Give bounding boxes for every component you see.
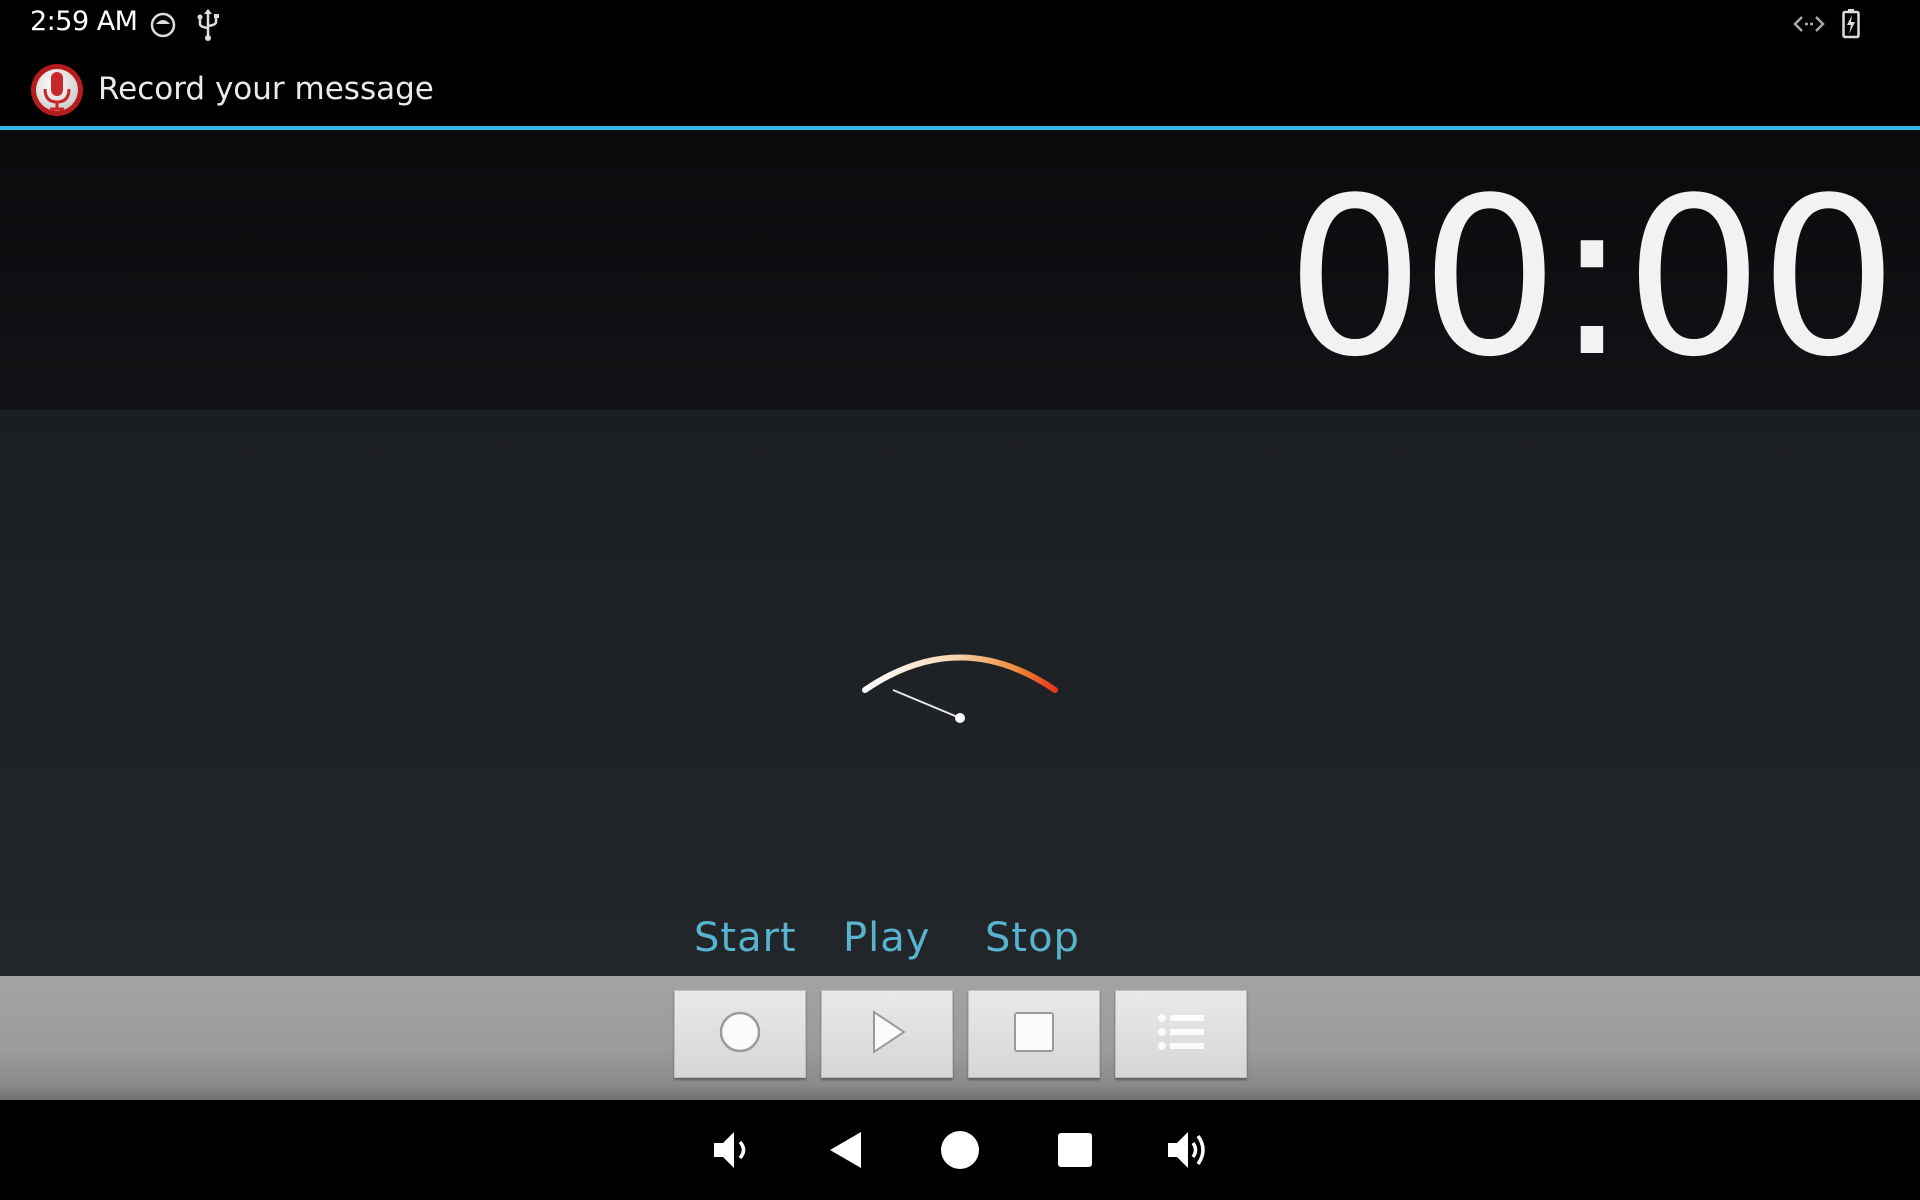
- play-label: Play: [843, 915, 931, 961]
- record-button[interactable]: [674, 990, 806, 1078]
- battery-charging-icon: [1842, 9, 1860, 43]
- app-title: Record your message: [98, 71, 434, 107]
- record-icon: [717, 1009, 763, 1059]
- navigation-bar: [0, 1100, 1920, 1200]
- status-bar: 2:59 AM: [0, 0, 1920, 49]
- recents-icon[interactable]: [1055, 1128, 1095, 1176]
- usb-icon: [195, 8, 221, 46]
- stop-button[interactable]: [968, 990, 1100, 1078]
- home-icon[interactable]: [938, 1128, 982, 1176]
- control-bar: [0, 976, 1920, 1100]
- play-icon: [864, 1009, 910, 1059]
- volume-down-icon[interactable]: [712, 1128, 754, 1176]
- back-icon[interactable]: [826, 1128, 866, 1176]
- start-label: Start: [694, 915, 797, 961]
- control-labels: Start Play Stop: [0, 915, 1920, 965]
- data-transfer-icon: [1793, 13, 1825, 39]
- volume-up-icon[interactable]: [1166, 1128, 1212, 1176]
- recordings-list-button[interactable]: [1115, 990, 1247, 1078]
- stop-icon: [1011, 1009, 1057, 1059]
- title-bar: Record your message: [0, 49, 1920, 127]
- notification-icon: [150, 12, 176, 42]
- vu-meter: [855, 640, 1065, 734]
- recording-timer: 00:00: [1285, 152, 1898, 405]
- list-icon: [1156, 1009, 1206, 1059]
- play-button[interactable]: [821, 990, 953, 1078]
- stop-label: Stop: [985, 915, 1080, 961]
- microphone-icon: [30, 63, 84, 121]
- status-time: 2:59 AM: [30, 6, 138, 37]
